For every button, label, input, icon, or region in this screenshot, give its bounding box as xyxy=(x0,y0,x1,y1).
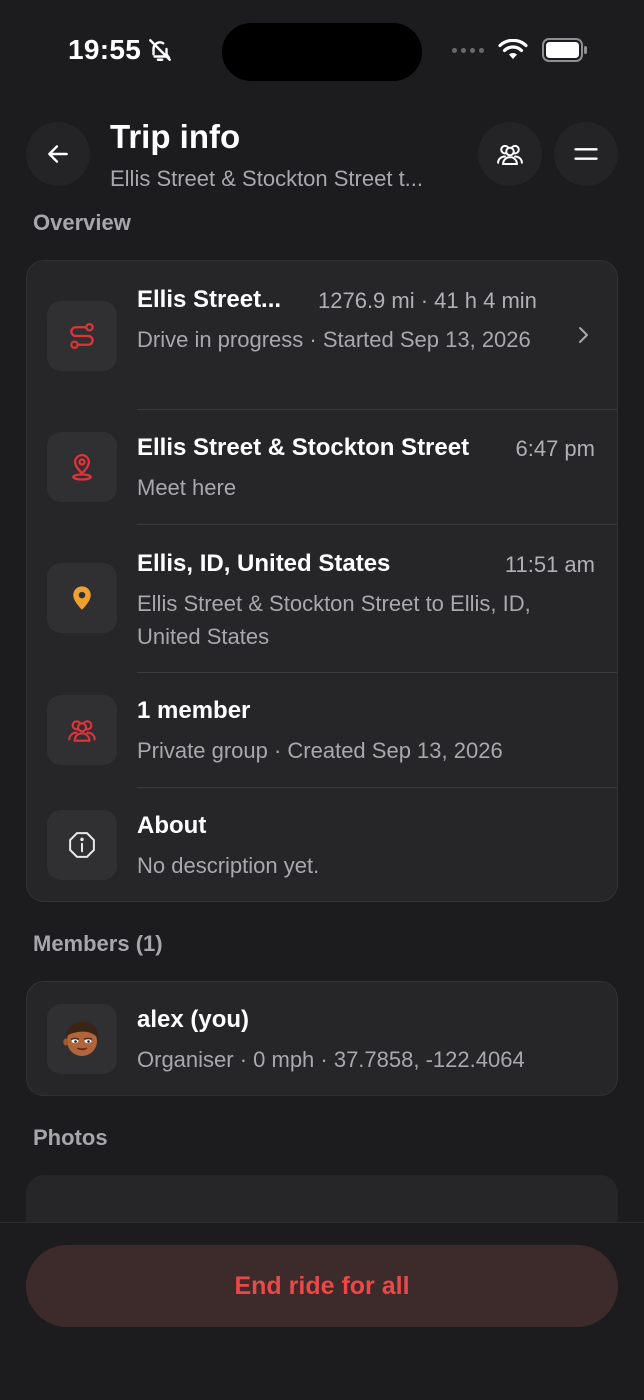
meeting-point-icon-box xyxy=(47,432,117,502)
dynamic-island xyxy=(222,23,422,81)
destination-title: Ellis, ID, United States xyxy=(137,550,391,577)
header: Trip info Ellis Street & Stockton Street… xyxy=(0,118,644,198)
wifi-icon xyxy=(498,39,528,59)
status-bar: 19:55 xyxy=(0,0,644,104)
group-info: Private group · Created Sep 13, 2026 xyxy=(137,738,503,763)
overview-section-label: Overview xyxy=(33,210,131,235)
about-description: No description yet. xyxy=(137,853,320,878)
clock: 19:55 xyxy=(68,34,142,65)
page-subtitle: Ellis Street & Stockton Street t... xyxy=(110,166,424,191)
group-icon xyxy=(497,144,523,165)
meeting-point-sub: Meet here xyxy=(137,475,237,500)
meeting-point-icon xyxy=(72,454,92,481)
back-arrow-icon xyxy=(48,145,68,163)
about-title: About xyxy=(137,812,207,839)
end-ride-button[interactable]: End ride for all xyxy=(26,1245,618,1327)
group-members-row[interactable]: 1 member Private group · Created Sep 13,… xyxy=(27,673,617,788)
member-row[interactable]: alex (you) Organiser · 0 mph · 37.7858, … xyxy=(27,982,617,1095)
avatar xyxy=(47,1004,117,1074)
member-details: Organiser · 0 mph · 37.7858, -122.4064 xyxy=(137,1047,525,1072)
status-indicators xyxy=(452,38,588,62)
member-count: 1 member xyxy=(137,697,251,724)
info-icon-box xyxy=(47,810,117,880)
about-row[interactable]: About No description yet. xyxy=(27,788,617,901)
destination-row[interactable]: Ellis, ID, United States 11:51 am Ellis … xyxy=(27,525,617,673)
cellular-signal-icon xyxy=(452,47,484,53)
chevron-right-icon xyxy=(579,327,588,343)
trip-route-row[interactable]: Ellis Street... 1276.9 mi · 41 h 4 min D… xyxy=(27,261,617,410)
route-icon xyxy=(70,323,94,349)
route-icon-box xyxy=(47,301,117,371)
meeting-point-title: Ellis Street & Stockton Street xyxy=(137,434,470,461)
overview-card: Ellis Street... 1276.9 mi · 41 h 4 min D… xyxy=(26,260,618,902)
info-icon xyxy=(69,832,95,858)
destination-sub: Ellis Street & Stockton Street to Ellis,… xyxy=(137,591,531,649)
trip-status: Drive in progress · Started Sep 13, 2026 xyxy=(137,327,531,352)
user-avatar-icon xyxy=(63,1021,99,1056)
menu-button[interactable] xyxy=(554,122,618,186)
photos-section-label: Photos xyxy=(33,1125,108,1150)
members-section-label: Members (1) xyxy=(33,931,163,956)
group-icon-box xyxy=(47,695,117,765)
trip-route-title: Ellis Street... xyxy=(137,286,282,313)
back-button[interactable] xyxy=(26,122,90,186)
destination-pin-icon xyxy=(73,586,91,610)
silent-bell-icon xyxy=(149,39,172,61)
page-title: Trip info xyxy=(110,118,241,155)
meeting-time: 6:47 pm xyxy=(515,436,596,461)
status-time: 19:55 xyxy=(68,34,173,66)
meeting-point-row[interactable]: Ellis Street & Stockton Street 6:47 pm M… xyxy=(27,410,617,525)
bottom-action-bar: End ride for all xyxy=(0,1222,644,1400)
trip-distance-duration: 1276.9 mi · 41 h 4 min xyxy=(318,288,537,313)
group-icon xyxy=(68,720,96,742)
battery-icon xyxy=(542,38,587,62)
destination-eta: 11:51 am xyxy=(504,552,595,577)
group-button[interactable] xyxy=(478,122,542,186)
member-name: alex (you) xyxy=(137,1006,250,1033)
menu-icon xyxy=(574,148,598,160)
destination-icon-box xyxy=(47,563,117,633)
members-card: alex (you) Organiser · 0 mph · 37.7858, … xyxy=(26,981,618,1096)
